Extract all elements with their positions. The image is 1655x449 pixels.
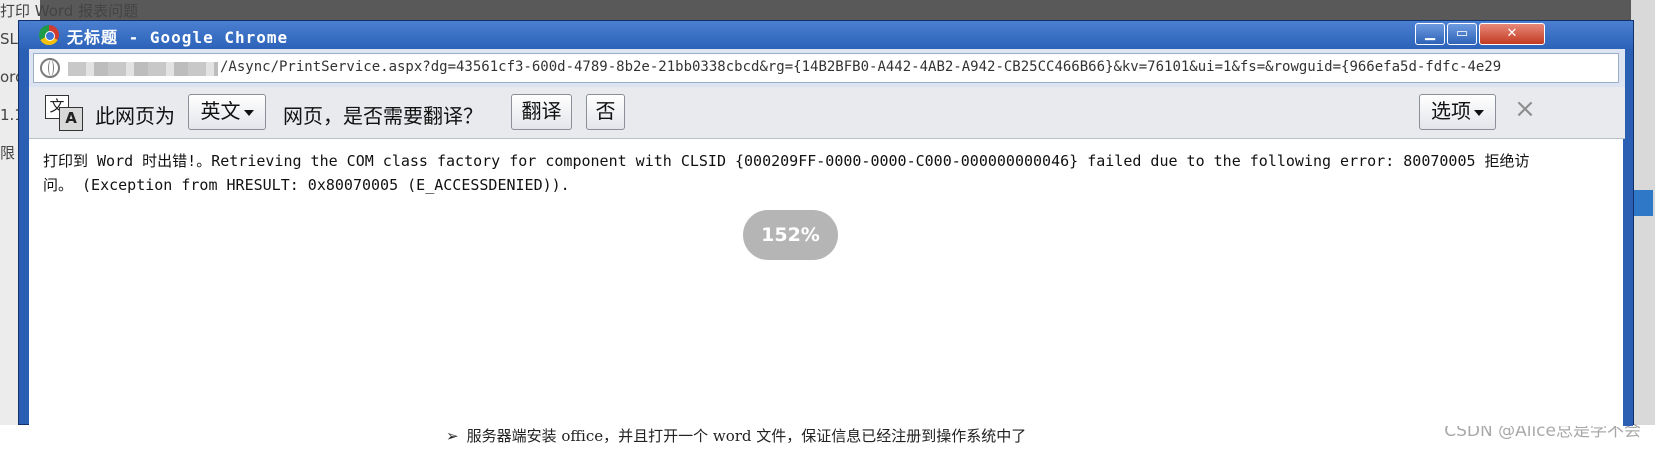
chevron-down-icon xyxy=(1474,109,1484,116)
error-message: 打印到 Word 时出错!。Retrieving the COM class f… xyxy=(43,152,1530,194)
redacted-host xyxy=(68,62,218,76)
background-side-tab[interactable] xyxy=(1633,190,1653,216)
background-right-strip xyxy=(1631,0,1655,449)
globe-icon xyxy=(40,58,60,78)
address-bar-area: /Async/PrintService.aspx?dg=43561cf3-600… xyxy=(29,49,1625,87)
bullet-icon: ➢ xyxy=(446,427,459,445)
translate-prompt-before: 此网页为 xyxy=(95,104,175,128)
options-label: 选项 xyxy=(1431,99,1471,123)
address-url-text: /Async/PrintService.aspx?dg=43561cf3-600… xyxy=(220,59,1502,75)
background-fragment: SL xyxy=(0,30,18,48)
background-fragment: 限 xyxy=(0,144,16,162)
window-right-border xyxy=(1623,139,1633,426)
close-window-button[interactable]: ✕ xyxy=(1479,23,1545,45)
background-bottom-text: ➢ 服务器端安装 office，并且打开一个 word 文件，保证信息已经注册到操… xyxy=(440,425,1033,446)
zoom-indicator: 152% xyxy=(743,210,838,260)
language-select[interactable]: 英文 xyxy=(188,94,266,130)
chevron-down-icon xyxy=(243,109,254,116)
translate-button[interactable]: 翻译 xyxy=(511,94,572,130)
maximize-button[interactable]: ▭ xyxy=(1447,23,1477,45)
window-title: 无标题 - Google Chrome xyxy=(67,28,289,47)
address-input[interactable]: /Async/PrintService.aspx?dg=43561cf3-600… xyxy=(33,53,1619,83)
page-content: 打印到 Word 时出错!。Retrieving the COM class f… xyxy=(29,139,1625,426)
chrome-logo-icon xyxy=(39,25,59,45)
browser-window: 无标题 - Google Chrome ▁ ▭ ✕ /Async/PrintSe… xyxy=(18,20,1634,426)
title-bar[interactable]: 无标题 - Google Chrome ▁ ▭ ✕ xyxy=(19,21,1633,49)
options-select[interactable]: 选项 xyxy=(1419,94,1496,130)
language-select-value: 英文 xyxy=(200,99,241,123)
translate-prompt-after: 网页，是否需要翻译？ xyxy=(283,104,483,128)
translate-icon-front: A xyxy=(59,107,83,131)
no-translate-button[interactable]: 否 xyxy=(586,94,625,130)
bottom-text-line: 服务器端安装 office，并且打开一个 word 文件，保证信息已经注册到操作… xyxy=(466,427,1027,445)
minimize-button[interactable]: ▁ xyxy=(1415,23,1445,45)
translate-icon: 文 A xyxy=(45,95,83,131)
close-icon[interactable]: × xyxy=(1513,96,1537,122)
translate-infobar: 文 A 此网页为 英文 网页，是否需要翻译？ 翻译 否 选项 × xyxy=(29,87,1625,139)
